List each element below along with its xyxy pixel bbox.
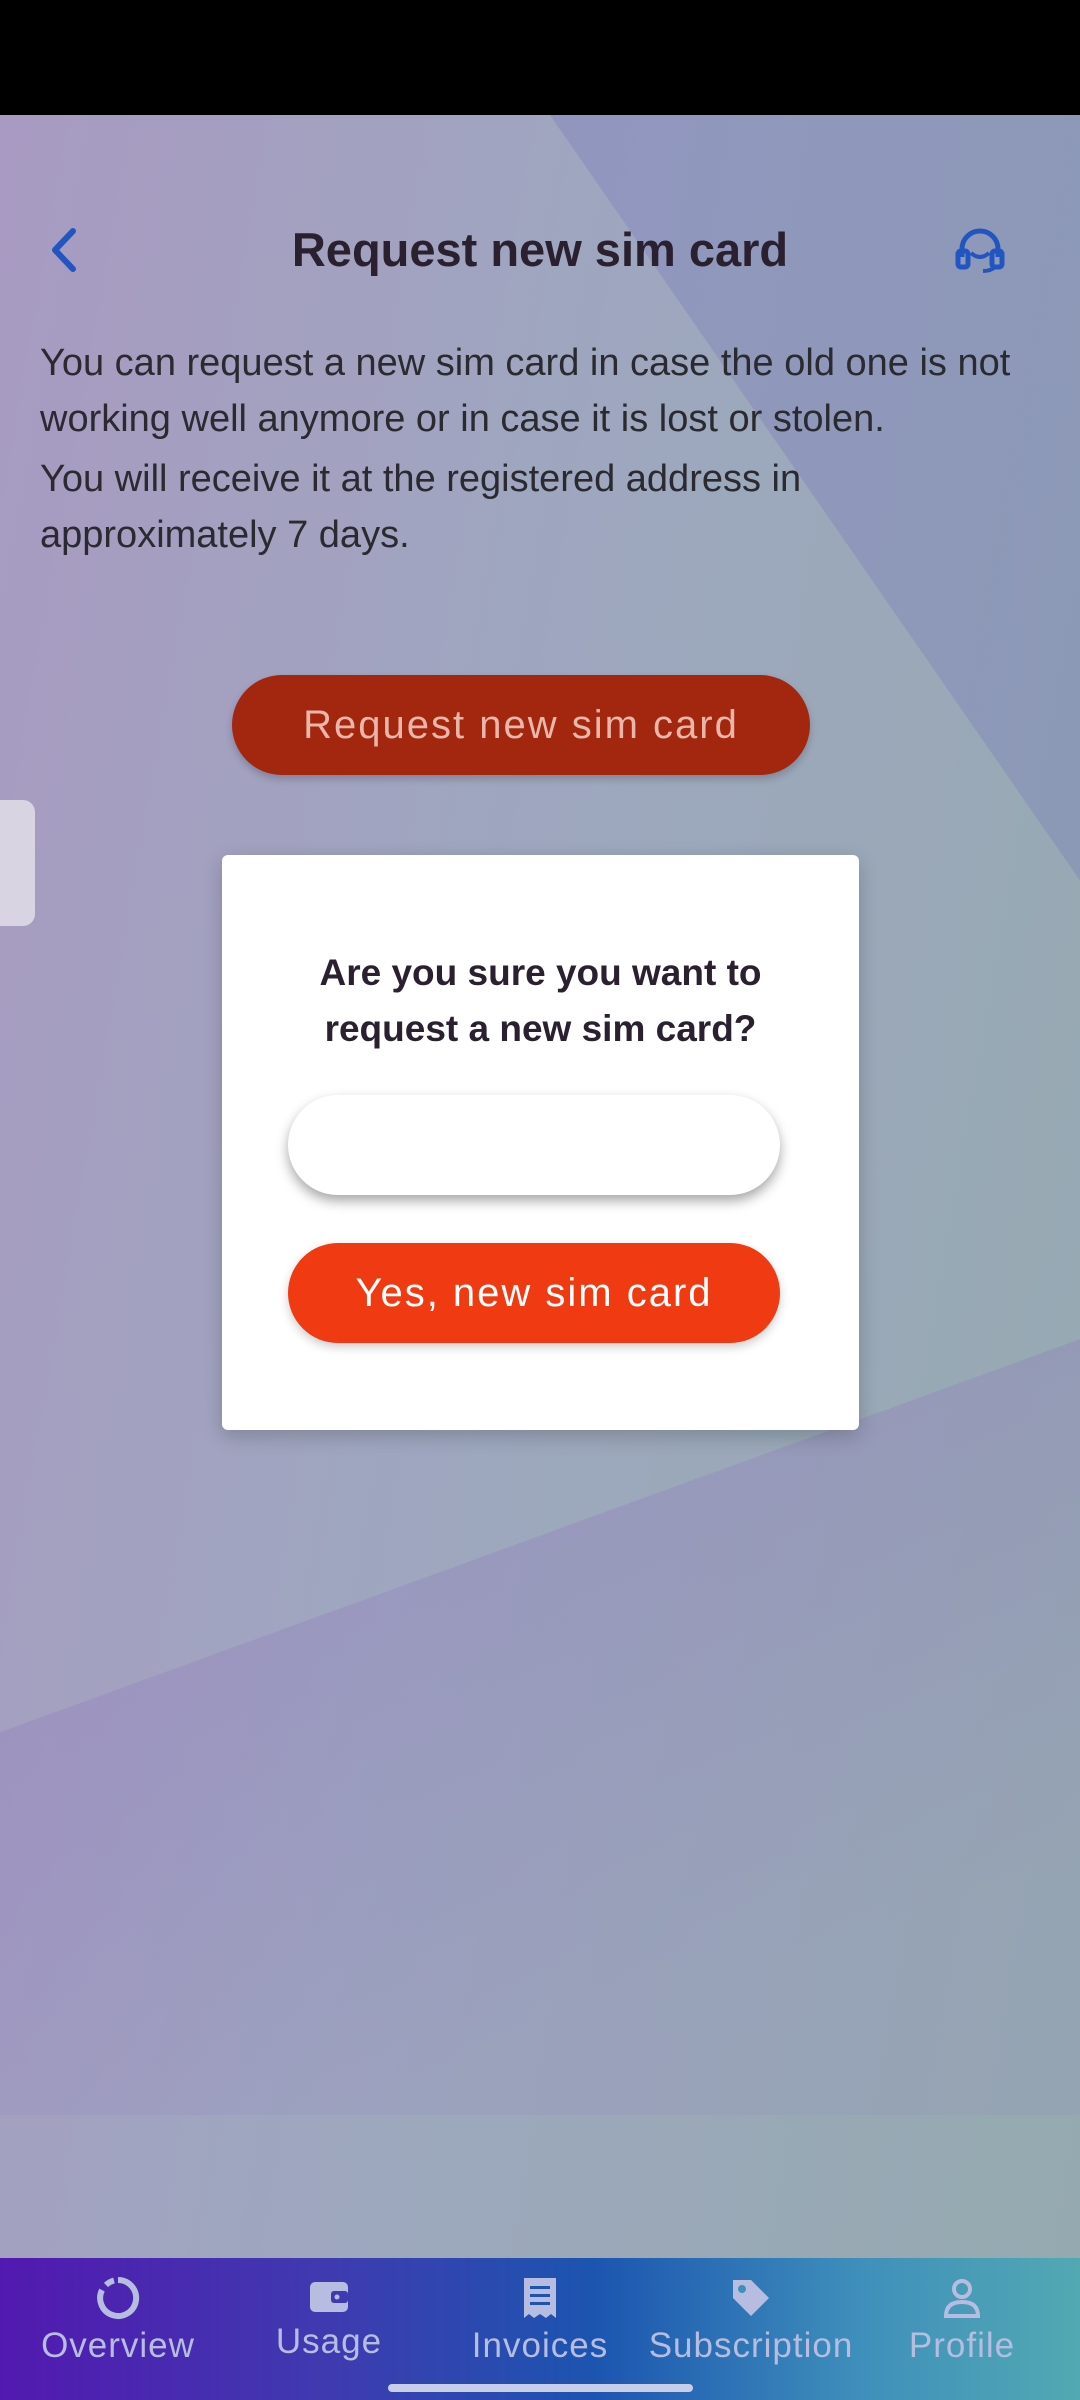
cancel-button[interactable] [288, 1095, 780, 1195]
confirm-button[interactable]: Yes, new sim card [288, 1243, 780, 1343]
side-drawer-handle[interactable] [0, 800, 35, 926]
donut-chart-icon [97, 2276, 140, 2319]
back-button[interactable] [30, 215, 100, 285]
request-sim-button[interactable]: Request new sim card [232, 675, 810, 775]
confirmation-dialog: Are you sure you want to request a new s… [222, 855, 859, 1430]
chevron-left-icon [52, 228, 76, 272]
support-button[interactable] [945, 215, 1015, 285]
nav-item-overview[interactable]: Overview [18, 2266, 218, 2386]
nav-item-profile[interactable]: Profile [862, 2266, 1062, 2386]
nav-item-invoices[interactable]: Invoices [440, 2266, 640, 2386]
description-paragraph: You can request a new sim card in case t… [40, 342, 1011, 440]
wallet-icon [310, 2282, 348, 2312]
gesture-bar [388, 2384, 693, 2392]
app-header: Request new sim card [0, 195, 1080, 295]
page-title: Request new sim card [291, 223, 789, 276]
tag-icon [733, 2280, 769, 2316]
nav-label: Usage [275, 2322, 383, 2361]
description: You can request a new sim card in case t… [40, 335, 1040, 567]
receipt-icon [524, 2278, 556, 2318]
nav-label: Invoices [471, 2326, 609, 2365]
bottom-navigation: Overview Usage Invoices Subscription Pro… [0, 2258, 1080, 2400]
nav-item-usage[interactable]: Usage [229, 2266, 429, 2386]
nav-label: Overview [41, 2326, 195, 2365]
nav-item-subscription[interactable]: Subscription [648, 2266, 854, 2386]
dialog-title: Are you sure you want to request a new s… [319, 952, 762, 1049]
nav-label: Subscription [648, 2326, 854, 2365]
nav-label: Profile [908, 2326, 1016, 2365]
headset-icon [955, 228, 1005, 273]
status-bar [0, 0, 1080, 115]
person-icon [943, 2279, 981, 2318]
description-paragraph: You will receive it at the registered ad… [40, 458, 802, 556]
